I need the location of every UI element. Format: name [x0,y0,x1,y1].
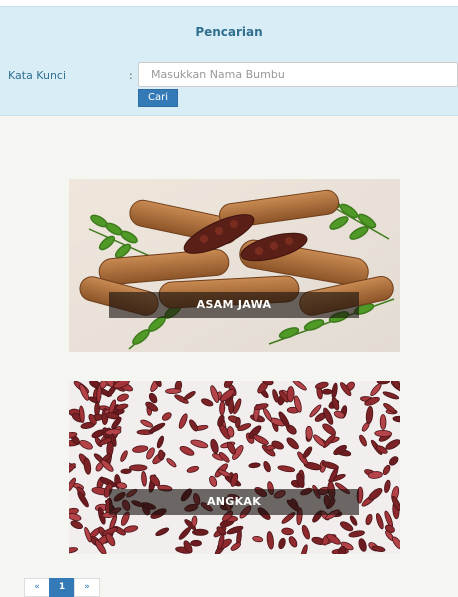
keyword-label: Kata Kunci [8,69,67,82]
result-card-angkak[interactable]: ANGKAK [69,381,400,554]
grain [379,414,387,430]
pagination-prev[interactable]: « [24,578,50,597]
grain [120,468,132,475]
red-yeast-rice-photo [69,381,400,554]
result-title: ANGKAK [109,489,359,515]
grain [128,464,148,472]
grain [286,386,295,403]
result-card-asam-jawa[interactable]: ASAM JAWA [69,179,400,352]
search-panel: Pencarian Kata Kunci : Cari [0,6,458,116]
result-title: ASAM JAWA [109,292,359,318]
tamarind-photo [69,179,400,352]
search-button[interactable]: Cari [138,89,178,107]
grain [192,528,209,536]
pagination: « 1 » [24,578,100,597]
pagination-page-1[interactable]: 1 [49,578,75,597]
search-title: Pencarian [195,25,263,39]
grain [305,425,313,441]
keyword-input[interactable] [138,62,458,87]
grain [165,388,182,395]
grain [235,417,241,429]
grain [219,400,226,416]
grain [374,429,393,438]
keyword-colon: : [129,69,133,82]
grain [321,388,333,395]
grain [190,539,202,547]
pagination-next[interactable]: » [74,578,100,597]
results-area: ASAM JAWA ANGKAK [0,116,458,597]
